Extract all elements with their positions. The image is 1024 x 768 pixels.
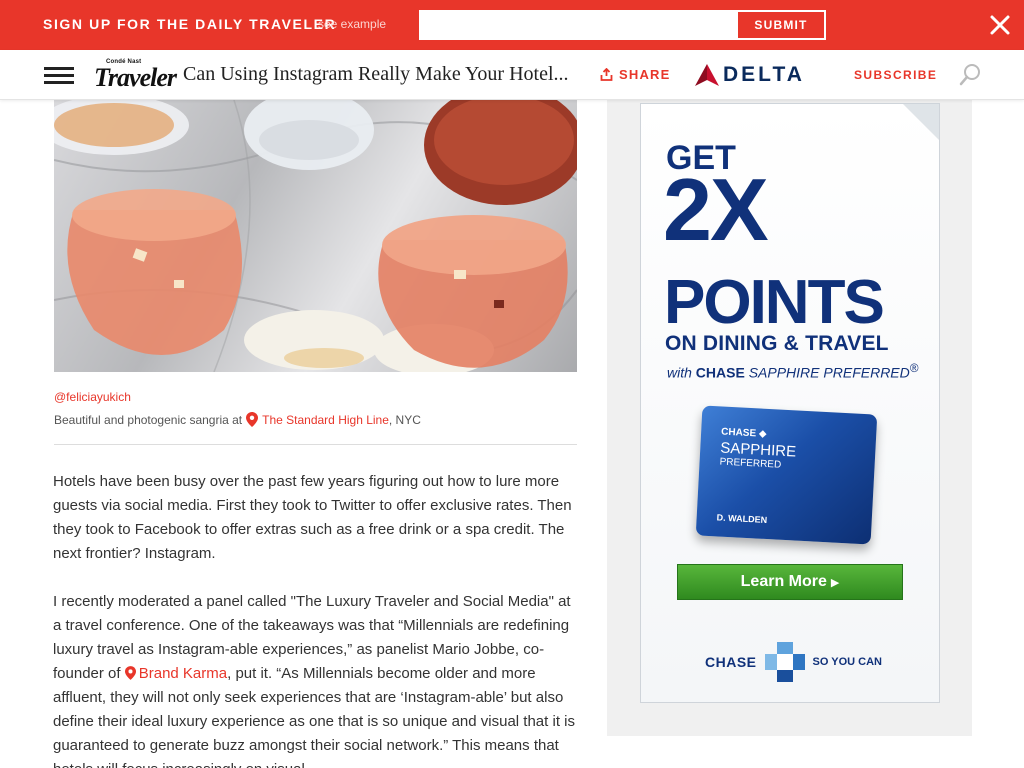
share-button[interactable]: SHARE (600, 67, 671, 82)
ad-with-product: SAPPHIRE (748, 364, 820, 381)
logo-main-text: Traveler (94, 63, 177, 92)
ad-points-text: POINTS (664, 268, 885, 337)
ad-page-fold (903, 104, 939, 140)
ad-with-prefix: with (667, 364, 692, 381)
share-label: SHARE (619, 67, 671, 82)
menu-icon-bar (44, 81, 74, 84)
caption-suffix: , NYC (388, 412, 421, 427)
location-pin-icon (246, 412, 259, 427)
play-arrow-icon: ▶ (830, 576, 840, 589)
share-icon (600, 68, 613, 81)
caption-place-link[interactable]: The Standard High Line (262, 413, 389, 427)
menu-icon (44, 67, 74, 70)
card-brand: CHASE ◆ (720, 426, 767, 440)
caption-prefix: Beautiful and photogenic sangria at (54, 412, 243, 427)
chase-logo: CHASE SO YOU CAN (705, 640, 882, 684)
card-holder: D. WALDEN (716, 512, 768, 526)
sangria-photo-illustration (54, 100, 577, 372)
credit-card-image: CHASE ◆ SAPPHIRE PREFERRED D. WALDEN (695, 405, 878, 545)
traveler-logo[interactable]: Condé Nast Traveler (94, 59, 177, 92)
ad-with-brand: CHASE (695, 364, 745, 381)
chase-sapphire-ad[interactable]: GET 2X POINTS ON DINING & TRAVEL with CH… (640, 103, 940, 703)
chase-tagline: SO YOU CAN (812, 656, 882, 668)
see-example-link[interactable]: see example (318, 17, 386, 31)
ad-with-tier: PREFERRED (823, 364, 910, 381)
article-paragraph: Hotels have been busy over the past few … (53, 473, 572, 562)
menu-icon-bar (44, 74, 74, 77)
subscribe-button[interactable]: SUBSCRIBE (854, 68, 937, 82)
learn-more-button[interactable]: Learn More ▶ (677, 564, 903, 600)
article-paragraph: I recently moderated a panel called "The… (53, 590, 578, 768)
newsletter-signup-bar: SIGN UP FOR THE DAILY TRAVELER see examp… (0, 0, 1024, 50)
submit-button[interactable]: SUBMIT (736, 10, 826, 40)
delta-wordmark: DELTA (723, 63, 805, 86)
menu-button[interactable] (44, 67, 74, 85)
close-button[interactable] (986, 11, 1014, 39)
photo-caption: Beautiful and photogenic sangria at The … (54, 412, 421, 427)
chase-wordmark: CHASE (705, 654, 757, 670)
delta-sponsor-logo[interactable]: DELTA (695, 63, 805, 87)
photo-credit-link[interactable]: @feliciayukich (54, 390, 131, 404)
location-pin-icon (124, 666, 136, 680)
ad-headline: 2X (663, 160, 769, 259)
search-button[interactable] (958, 63, 982, 87)
chase-octagon-icon (764, 642, 805, 682)
site-header: Condé Nast Traveler Can Using Instagram … (0, 50, 1024, 100)
ad-product-line: with CHASE SAPPHIRE PREFERRED® (667, 362, 918, 381)
ad-subhead: ON DINING & TRAVEL (665, 332, 889, 355)
delta-widget-icon (695, 64, 719, 86)
brand-karma-link[interactable]: Brand Karma (139, 665, 227, 682)
close-icon (990, 15, 1010, 35)
article-photo (54, 100, 577, 372)
search-icon (959, 64, 980, 86)
email-field[interactable] (419, 10, 739, 40)
article-title: Can Using Instagram Really Make Your Hot… (183, 63, 569, 85)
signup-title: SIGN UP FOR THE DAILY TRAVELER (43, 16, 337, 32)
para-text: , put it. “As Millennials become older a… (53, 665, 575, 768)
caption-divider (54, 444, 577, 445)
ad-registered-mark: ® (909, 362, 919, 375)
card-tier: PREFERRED (719, 456, 782, 471)
learn-more-label: Learn More (740, 573, 827, 590)
